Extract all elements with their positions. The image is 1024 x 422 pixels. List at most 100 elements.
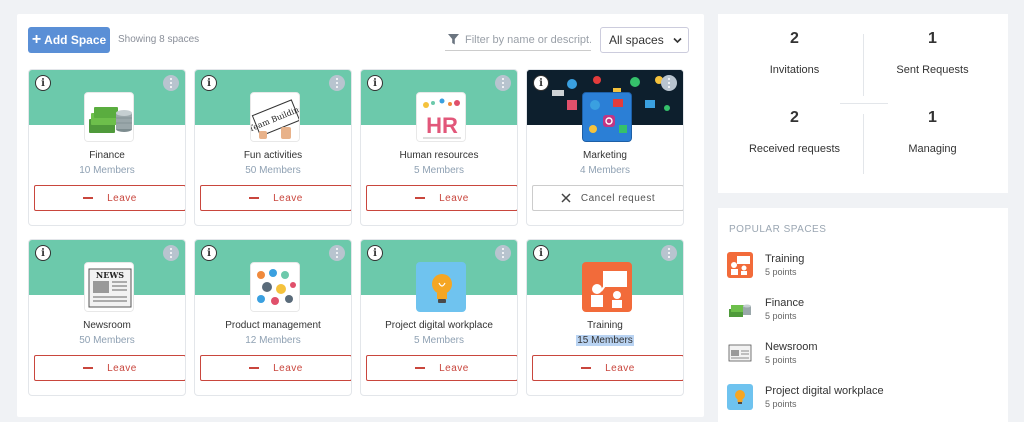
lightbulb-icon xyxy=(727,384,753,410)
cancel-request-button[interactable]: Cancel request xyxy=(532,185,683,211)
space-type-select[interactable]: All spaces xyxy=(600,27,689,53)
space-name[interactable]: Marketing xyxy=(527,150,683,161)
popular-space-item[interactable]: Project digital workplace 5 points xyxy=(727,382,997,412)
received-requests-stat[interactable]: 2 Received requests xyxy=(722,109,867,155)
space-members: 50 Members xyxy=(79,335,135,346)
divider xyxy=(840,103,888,104)
project-digital-workplace-thumbnail xyxy=(416,262,466,312)
info-icon[interactable]: i xyxy=(201,245,217,261)
chevron-down-icon xyxy=(673,37,682,44)
popular-space-points: 5 points xyxy=(765,267,797,277)
filter-input[interactable] xyxy=(465,33,591,46)
space-card-training: i Training 15 Members Leave xyxy=(526,239,684,396)
received-requests-count: 2 xyxy=(790,109,799,126)
info-icon[interactable]: i xyxy=(367,75,383,91)
finance-icon xyxy=(727,296,753,322)
leave-label: Leave xyxy=(273,192,303,204)
popular-space-points: 5 points xyxy=(765,399,797,409)
space-name[interactable]: Newsroom xyxy=(29,320,185,331)
more-options-icon[interactable] xyxy=(661,75,677,91)
marketing-thumbnail xyxy=(582,92,632,142)
space-card-finance: i Finance 10 Members Leave xyxy=(28,69,186,226)
info-icon[interactable]: i xyxy=(533,75,549,91)
add-space-button[interactable]: + Add Space xyxy=(28,27,110,53)
divider xyxy=(863,114,864,174)
space-members: 12 Members xyxy=(245,335,301,346)
popular-space-item[interactable]: Newsroom 5 points xyxy=(727,338,997,368)
space-name[interactable]: Finance xyxy=(29,150,185,161)
newsroom-icon xyxy=(727,340,753,366)
info-icon[interactable]: i xyxy=(35,245,51,261)
newsroom-thumbnail: NEWS xyxy=(84,262,134,312)
minus-icon xyxy=(249,367,260,369)
product-management-thumbnail xyxy=(250,262,300,312)
select-value: All spaces xyxy=(609,33,664,47)
requests-stats-panel: 2 Invitations 1 Sent Requests 2 Received… xyxy=(718,14,1008,193)
space-members: 10 Members xyxy=(79,165,135,176)
filter-box xyxy=(445,29,591,51)
selected-members-text: 15 Members xyxy=(576,335,634,346)
managing-label: Managing xyxy=(908,143,957,155)
leave-label: Leave xyxy=(439,192,469,204)
space-members: 4 Members xyxy=(579,165,630,176)
info-icon[interactable]: i xyxy=(533,245,549,261)
minus-icon xyxy=(83,197,94,199)
leave-button[interactable]: Leave xyxy=(200,185,351,211)
popular-spaces-title: POPULAR SPACES xyxy=(729,224,827,235)
space-card-newsroom: i NEWS Newsroom 50 Members Leave xyxy=(28,239,186,396)
space-name[interactable]: Product management xyxy=(195,320,351,331)
popular-space-name: Project digital workplace xyxy=(765,385,884,397)
more-options-icon[interactable] xyxy=(329,75,345,91)
popular-space-name: Finance xyxy=(765,297,805,309)
space-name[interactable]: Training xyxy=(527,320,683,331)
leave-label: Leave xyxy=(107,362,137,374)
info-icon[interactable]: i xyxy=(35,75,51,91)
more-options-icon[interactable] xyxy=(495,245,511,261)
invitations-count: 2 xyxy=(790,30,799,47)
info-icon[interactable]: i xyxy=(367,245,383,261)
space-name[interactable]: Fun activities xyxy=(195,150,351,161)
more-options-icon[interactable] xyxy=(163,75,179,91)
space-card-fun-activities: i Team Building Fun activities 50 Member… xyxy=(194,69,352,226)
more-options-icon[interactable] xyxy=(163,245,179,261)
more-options-icon[interactable] xyxy=(329,245,345,261)
leave-button[interactable]: Leave xyxy=(34,185,185,211)
spaces-panel: + Add Space Showing 8 spaces All spaces … xyxy=(17,14,704,417)
space-name[interactable]: Human resources xyxy=(361,150,517,161)
popular-space-points: 5 points xyxy=(765,311,797,321)
leave-button[interactable]: Leave xyxy=(366,185,517,211)
info-icon[interactable]: i xyxy=(201,75,217,91)
sent-requests-count: 1 xyxy=(928,30,937,47)
invitations-stat[interactable]: 2 Invitations xyxy=(722,30,867,76)
leave-label: Leave xyxy=(439,362,469,374)
leave-button[interactable]: Leave xyxy=(34,355,185,381)
invitations-label: Invitations xyxy=(769,64,820,76)
space-members: 15 Members xyxy=(527,335,683,346)
leave-button[interactable]: Leave xyxy=(366,355,517,381)
more-options-icon[interactable] xyxy=(495,75,511,91)
managing-stat[interactable]: 1 Managing xyxy=(860,109,1005,155)
space-card-product-management: i Product management 12 Members Leave xyxy=(194,239,352,396)
leave-button[interactable]: Leave xyxy=(200,355,351,381)
sent-requests-stat[interactable]: 1 Sent Requests xyxy=(860,30,1005,76)
space-card-project-digital-workplace: i Project digital workplace 5 Members Le… xyxy=(360,239,518,396)
leave-button[interactable]: Leave xyxy=(532,355,683,381)
spaces-count: Showing 8 spaces xyxy=(118,34,200,45)
more-options-icon[interactable] xyxy=(661,245,677,261)
popular-space-name: Newsroom xyxy=(765,341,818,353)
popular-space-item[interactable]: Finance 5 points xyxy=(727,294,997,324)
popular-space-item[interactable]: Training 5 points xyxy=(727,250,997,280)
divider xyxy=(863,34,864,96)
minus-icon xyxy=(415,197,426,199)
toolbar: + Add Space Showing 8 spaces All spaces xyxy=(28,27,689,53)
leave-label: Leave xyxy=(273,362,303,374)
space-name[interactable]: Project digital workplace xyxy=(361,320,517,331)
space-members: 5 Members xyxy=(413,335,464,346)
space-card-human-resources: i HR Human resources 5 Members Leave xyxy=(360,69,518,226)
training-thumbnail xyxy=(582,262,632,312)
add-space-label: Add Space xyxy=(44,33,107,47)
leave-label: Leave xyxy=(605,362,635,374)
space-members: 5 Members xyxy=(413,165,464,176)
filter-icon xyxy=(448,34,459,45)
training-icon xyxy=(727,252,753,278)
